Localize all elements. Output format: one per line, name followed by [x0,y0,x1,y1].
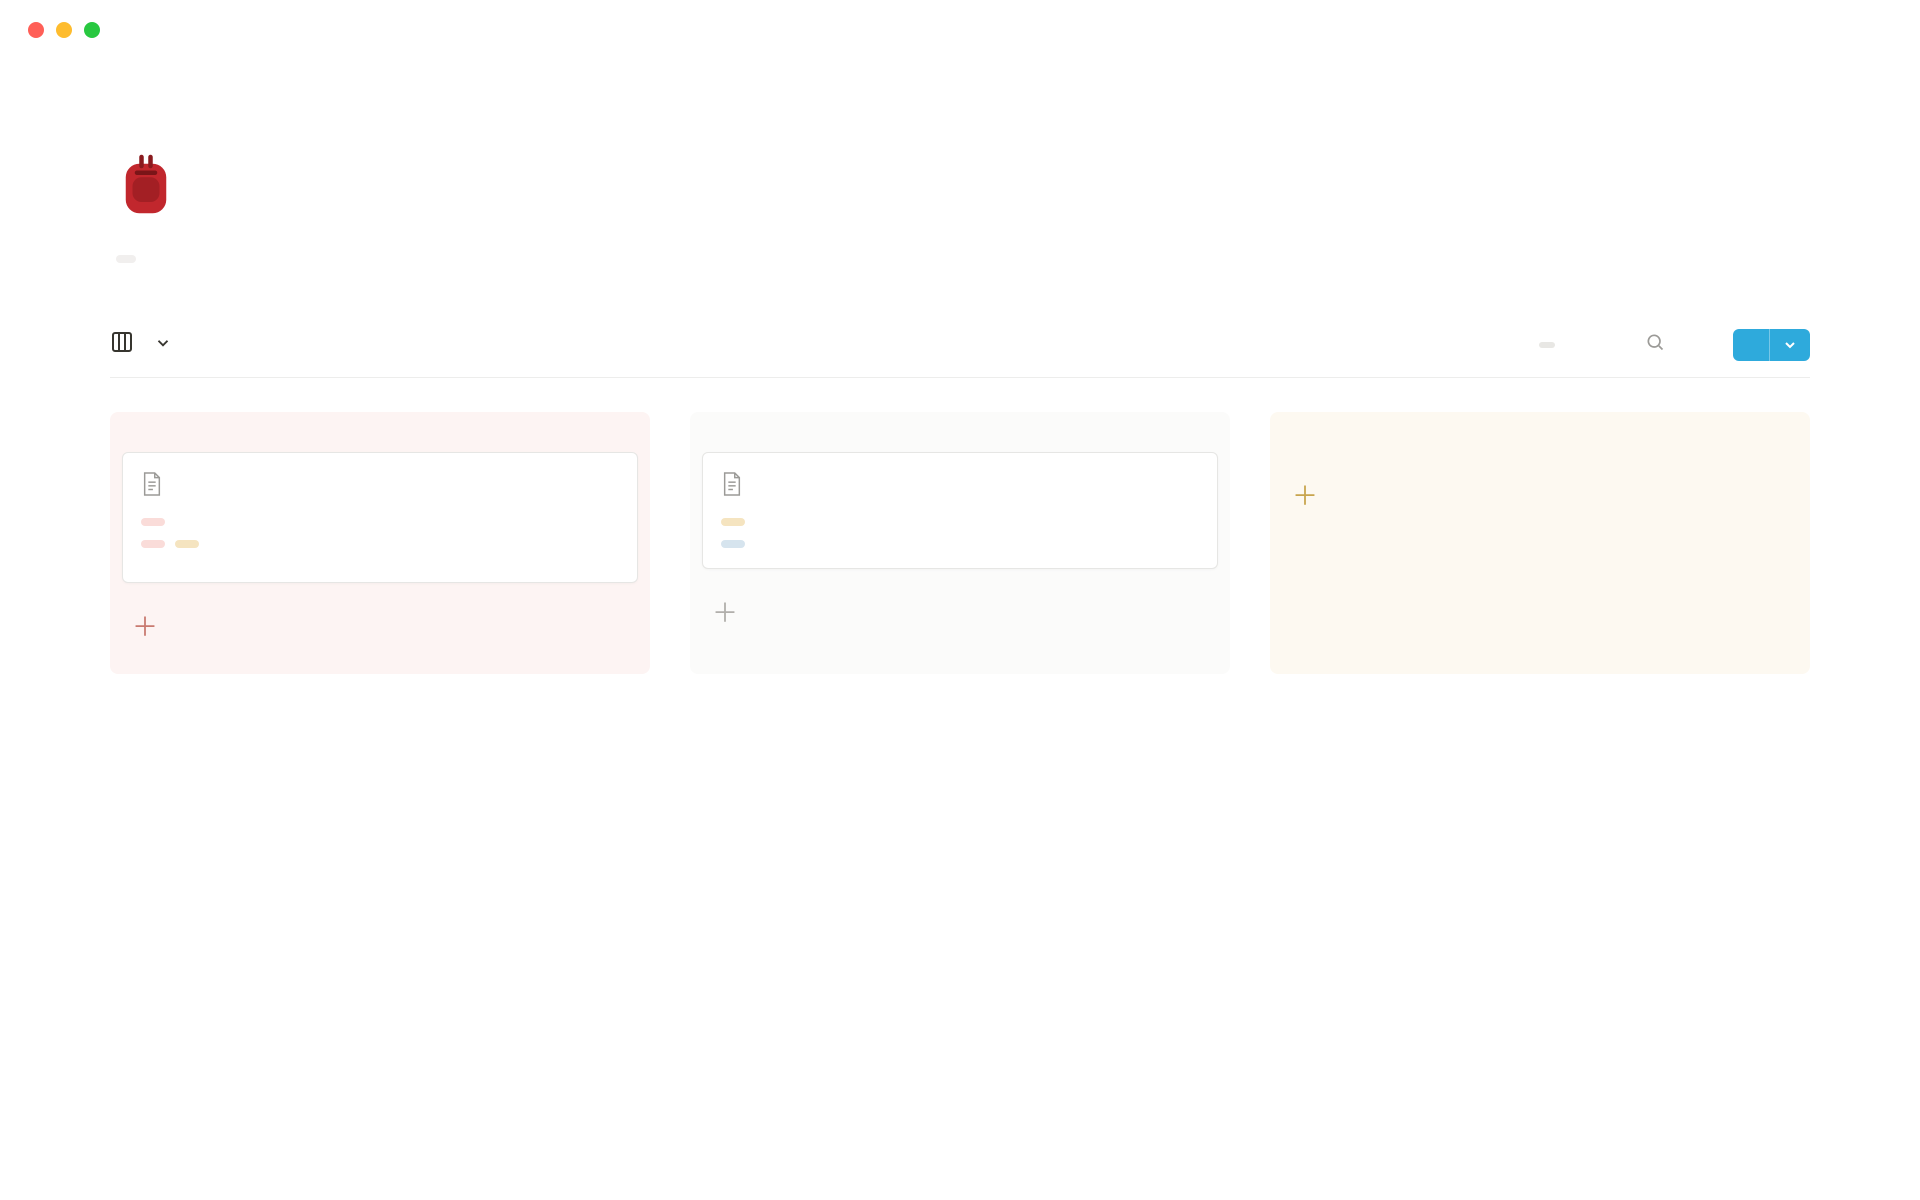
search-icon [1645,332,1665,358]
window-close-icon[interactable] [28,22,44,38]
column-header[interactable] [1282,430,1798,452]
column-this-week: ＋ [1270,412,1810,674]
database-viewbar [110,329,1810,378]
hint-code-pill [116,255,136,263]
view-toolbar-right [1473,329,1810,361]
column-next-up: ＋ [690,412,1230,674]
plus-icon: ＋ [712,593,738,630]
plus-icon: ＋ [132,607,158,644]
tag-row [721,540,1199,548]
window-controls [0,0,1920,38]
card[interactable] [702,452,1218,569]
new-button-group [1733,329,1810,361]
column-new-button[interactable]: ＋ [1282,470,1798,519]
kanban-board: ＋ [110,412,1810,674]
hint-line[interactable] [110,255,1810,263]
new-button[interactable] [1733,329,1769,361]
chevron-down-icon [154,331,172,359]
tag-product-request [721,540,745,548]
page-icon [141,471,163,504]
plus-icon: ＋ [1292,476,1318,513]
search-button[interactable] [1645,332,1673,358]
page-root: ＋ [0,38,1920,674]
new-button-dropdown[interactable] [1769,329,1810,361]
tag-bug [141,540,165,548]
window-zoom-icon[interactable] [84,22,100,38]
subgroup-button[interactable] [1533,342,1555,348]
page-icon [721,471,743,504]
tag-user-need [175,540,199,548]
tag-priority-high [141,518,165,526]
page-header [110,148,1810,225]
tag-priority-medium [721,518,745,526]
column-new-button[interactable]: ＋ [122,601,638,650]
page-icon-backpack[interactable] [110,148,182,225]
column-not-started: ＋ [110,412,650,674]
window-minimize-icon[interactable] [56,22,72,38]
tag-row [141,540,619,548]
column-header[interactable] [122,430,638,452]
new-badge [1539,342,1555,348]
column-header[interactable] [702,430,1218,452]
tag-row [721,518,1199,526]
view-switcher[interactable] [110,330,172,361]
tag-row [141,518,619,526]
column-new-button[interactable]: ＋ [702,587,1218,636]
board-view-icon [110,330,134,361]
card[interactable] [122,452,638,583]
